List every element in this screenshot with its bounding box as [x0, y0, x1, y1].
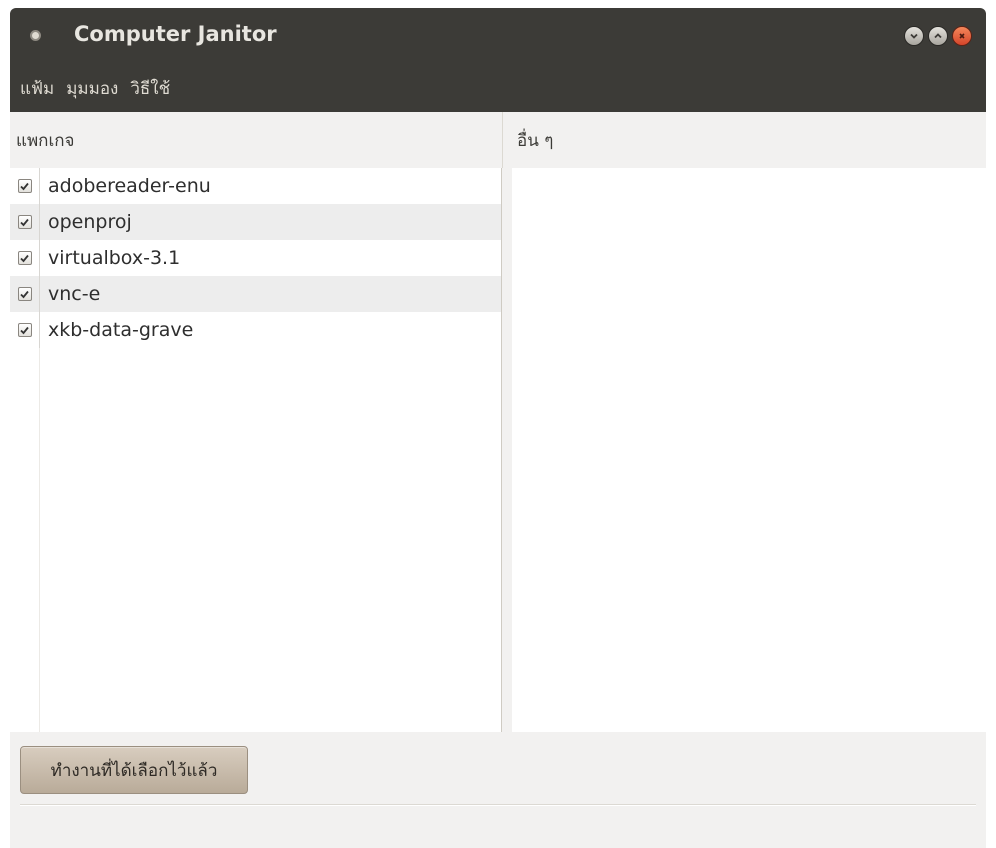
- check-cell: [10, 276, 40, 312]
- menu-file[interactable]: แฟ้ม: [14, 75, 60, 102]
- package-name: vnc-e: [48, 283, 101, 305]
- menu-bar: แฟ้ม มุมมอง วิธีใช้: [10, 64, 986, 112]
- list-item[interactable]: virtualbox-3.1: [10, 240, 501, 276]
- check-cell: [10, 168, 40, 204]
- action-area: ทำงานที่ได้เลือกไว้แล้ว: [10, 732, 986, 848]
- chevron-down-icon: [910, 33, 918, 39]
- check-cell: [10, 312, 40, 348]
- packages-list[interactable]: adobereader-enu openproj virtualbox-3.1: [10, 168, 502, 732]
- menu-view[interactable]: มุมมอง: [60, 75, 124, 102]
- check-cell: [10, 204, 40, 240]
- window-title: Computer Janitor: [74, 22, 277, 46]
- application-window: Computer Janitor แฟ้ม มุมมอง วิธีใช้ แพก…: [10, 8, 986, 848]
- packages-header-label: แพกเกจ: [16, 130, 75, 151]
- menu-help[interactable]: วิธีใช้: [124, 75, 176, 102]
- checkmark-icon: [20, 290, 29, 298]
- package-name: adobereader-enu: [48, 175, 211, 197]
- minimize-button[interactable]: [904, 26, 924, 46]
- list-item[interactable]: openproj: [10, 204, 501, 240]
- check-cell: [10, 240, 40, 276]
- other-header-label: อื่น ๆ: [517, 130, 554, 151]
- package-checkbox[interactable]: [17, 215, 32, 229]
- package-checkbox[interactable]: [17, 287, 32, 301]
- checkmark-icon: [20, 254, 29, 262]
- other-list[interactable]: [512, 168, 986, 732]
- package-name: xkb-data-grave: [48, 319, 194, 341]
- list-item[interactable]: vnc-e: [10, 276, 501, 312]
- package-name: virtualbox-3.1: [48, 247, 181, 269]
- checkbox-column-divider: [10, 348, 40, 732]
- title-bar[interactable]: Computer Janitor: [10, 8, 986, 64]
- other-column-header[interactable]: อื่น ๆ: [502, 112, 986, 168]
- checkmark-icon: [20, 218, 29, 226]
- list-item[interactable]: xkb-data-grave: [10, 312, 501, 348]
- window-menu-icon[interactable]: [30, 30, 41, 41]
- package-checkbox[interactable]: [17, 251, 32, 265]
- package-checkbox[interactable]: [17, 323, 32, 337]
- maximize-button[interactable]: [928, 26, 948, 46]
- packages-column-header[interactable]: แพกเกจ: [10, 112, 502, 168]
- package-name: openproj: [48, 211, 132, 233]
- package-checkbox[interactable]: [17, 179, 32, 193]
- chevron-up-icon: [934, 33, 942, 39]
- list-item[interactable]: adobereader-enu: [10, 168, 501, 204]
- checkmark-icon: [20, 182, 29, 190]
- do-selected-button[interactable]: ทำงานที่ได้เลือกไว้แล้ว: [20, 746, 248, 794]
- close-icon: [959, 33, 965, 39]
- checkmark-icon: [20, 326, 29, 334]
- statusbar-divider: [20, 804, 976, 806]
- close-button[interactable]: [952, 26, 972, 46]
